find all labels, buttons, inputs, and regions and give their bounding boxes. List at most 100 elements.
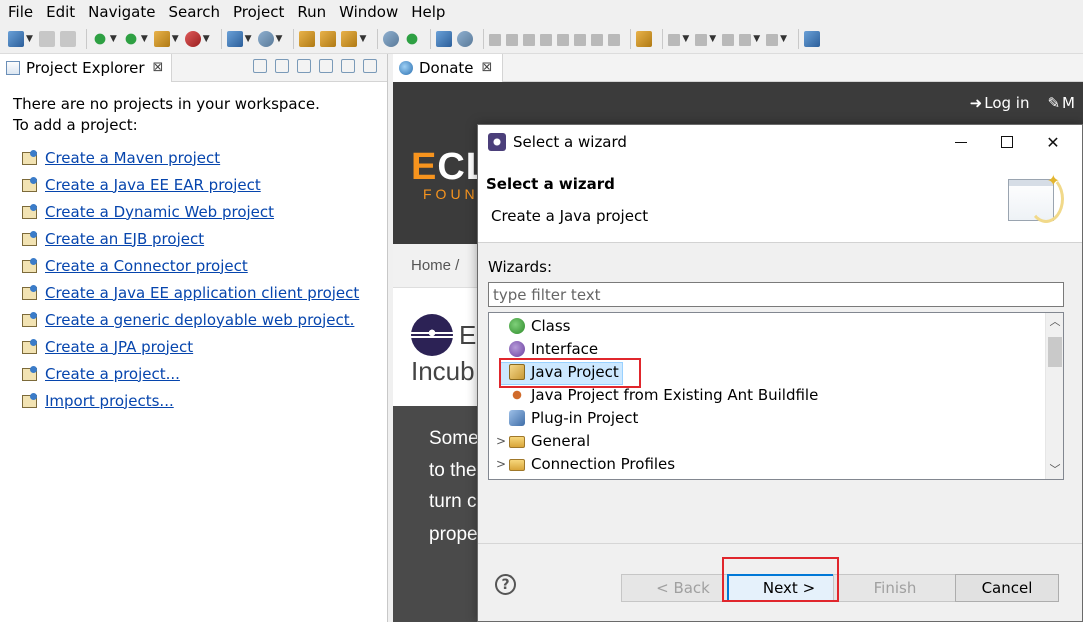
- create-dynamic-web-project-link[interactable]: Create a Dynamic Web project: [45, 203, 274, 221]
- debug-icon[interactable]: [91, 30, 108, 47]
- new-java-package-icon[interactable]: [226, 30, 243, 47]
- chevron-up-icon[interactable]: ︿: [1046, 313, 1063, 331]
- coverage-dropdown-icon[interactable]: ▼: [172, 34, 179, 44]
- server-icon[interactable]: [404, 30, 421, 47]
- menu-file[interactable]: File: [8, 3, 33, 21]
- suspend-icon[interactable]: [506, 33, 519, 46]
- back-icon[interactable]: [739, 33, 752, 46]
- save-all-icon[interactable]: [59, 30, 76, 47]
- tab-donate[interactable]: Donate ⊠: [393, 53, 504, 82]
- menu-navigate[interactable]: Navigate: [88, 3, 155, 21]
- filter-icon[interactable]: [297, 59, 311, 73]
- debug-dropdown-icon[interactable]: ▼: [110, 34, 117, 44]
- breadcrumb-home[interactable]: Home /: [411, 257, 459, 274]
- drop-to-frame-icon[interactable]: [608, 33, 621, 46]
- minimize-button[interactable]: [938, 125, 984, 159]
- maximize-button[interactable]: [984, 125, 1030, 159]
- menu-edit[interactable]: Edit: [46, 3, 75, 21]
- tree-scrollbar[interactable]: ︿ ﹀: [1045, 313, 1063, 479]
- external-tools-icon[interactable]: [184, 30, 201, 47]
- maximize-icon[interactable]: [363, 59, 377, 73]
- tree-item-interface[interactable]: Interface: [489, 337, 598, 360]
- new-icon[interactable]: [8, 30, 24, 47]
- tree-item-plugin-project[interactable]: Plug-in Project: [489, 406, 638, 429]
- cancel-button[interactable]: Cancel: [955, 574, 1059, 602]
- minimize-icon[interactable]: [341, 59, 355, 73]
- tree-item-general[interactable]: > General: [489, 429, 590, 452]
- launch-dropdown-icon[interactable]: ▼: [359, 34, 366, 44]
- open-perspective-icon[interactable]: [804, 30, 821, 47]
- tree-item-connection-profiles[interactable]: > Connection Profiles: [489, 452, 675, 475]
- toggle-mark-icon[interactable]: [636, 30, 653, 47]
- step-over-icon[interactable]: [574, 33, 587, 46]
- collapse-all-icon[interactable]: [253, 59, 267, 73]
- create-ear-project-link[interactable]: Create a Java EE EAR project: [45, 176, 261, 194]
- login-link[interactable]: ➜ Log in: [970, 94, 1030, 112]
- chevron-right-icon[interactable]: >: [495, 434, 507, 448]
- view-menu-icon[interactable]: [319, 59, 333, 73]
- terminate-icon[interactable]: [523, 33, 536, 46]
- menu-window[interactable]: Window: [339, 3, 398, 21]
- scrollbar-thumb[interactable]: [1048, 337, 1062, 367]
- close-button[interactable]: ✕: [1030, 125, 1076, 159]
- menu-search[interactable]: Search: [168, 3, 220, 21]
- tab-project-explorer[interactable]: Project Explorer ⊠: [0, 53, 173, 82]
- step-return-icon[interactable]: [591, 33, 604, 46]
- chevron-right-icon[interactable]: >: [495, 457, 507, 471]
- open-type-icon[interactable]: [299, 30, 316, 47]
- create-project-link[interactable]: Create a project...: [45, 365, 180, 383]
- sparkle-icon: ✦: [1046, 171, 1060, 190]
- finish-button[interactable]: Finish: [833, 574, 957, 602]
- external-tools-dropdown-icon[interactable]: ▼: [203, 34, 210, 44]
- previous-annotation-dropdown-icon[interactable]: ▼: [709, 34, 716, 44]
- step-into-icon[interactable]: [557, 33, 570, 46]
- create-deployable-web-project-link[interactable]: Create a generic deployable web project.: [45, 311, 354, 329]
- new-dropdown-icon[interactable]: ▼: [26, 34, 33, 44]
- chevron-down-icon[interactable]: ﹀: [1046, 461, 1063, 479]
- next-annotation-icon[interactable]: [668, 33, 681, 46]
- resume-icon[interactable]: [489, 33, 502, 46]
- dialog-header: Select a wizard Create a Java project ✦: [478, 159, 1082, 243]
- close-icon[interactable]: ⊠: [153, 60, 164, 75]
- new-class-icon[interactable]: [257, 30, 274, 47]
- open-task-icon[interactable]: [320, 30, 337, 47]
- create-maven-project-link[interactable]: Create a Maven project: [45, 149, 220, 167]
- disconnect-icon[interactable]: [540, 33, 553, 46]
- import-projects-link[interactable]: Import projects...: [45, 392, 174, 410]
- forward-dropdown-icon[interactable]: ▼: [780, 34, 787, 44]
- search-icon[interactable]: [457, 30, 474, 47]
- run-dropdown-icon[interactable]: ▼: [141, 34, 148, 44]
- last-edit-icon[interactable]: [722, 33, 735, 46]
- link-with-editor-icon[interactable]: [275, 59, 289, 73]
- forward-icon[interactable]: [766, 33, 779, 46]
- tree-item-class[interactable]: Class: [489, 314, 570, 337]
- more-link[interactable]: ✎ M: [1047, 94, 1075, 112]
- next-annotation-dropdown-icon[interactable]: ▼: [682, 34, 689, 44]
- menu-help[interactable]: Help: [411, 3, 445, 21]
- save-icon[interactable]: [38, 30, 55, 47]
- globe-icon[interactable]: [383, 30, 400, 47]
- highlight-box-java-project: [499, 358, 641, 388]
- create-ejb-project-link[interactable]: Create an EJB project: [45, 230, 204, 248]
- console-icon[interactable]: [436, 30, 453, 47]
- project-links: Create a Maven project Create a Java EE …: [13, 144, 387, 414]
- new-class-dropdown-icon[interactable]: ▼: [276, 34, 283, 44]
- create-connector-project-link[interactable]: Create a Connector project: [45, 257, 248, 275]
- help-icon[interactable]: ?: [495, 574, 516, 595]
- previous-annotation-icon[interactable]: [695, 33, 708, 46]
- create-jpa-project-link[interactable]: Create a JPA project: [45, 338, 193, 356]
- menu-run[interactable]: Run: [297, 3, 326, 21]
- new-java-dropdown-icon[interactable]: ▼: [245, 34, 252, 44]
- web-project-icon: [21, 203, 37, 220]
- run-icon[interactable]: [122, 30, 139, 47]
- tab-donate-label: Donate: [419, 58, 474, 77]
- coverage-icon[interactable]: [153, 30, 170, 47]
- eclipse-icon: [488, 133, 506, 151]
- create-application-client-project-link[interactable]: Create a Java EE application client proj…: [45, 284, 359, 302]
- dialog-header-title: Select a wizard: [486, 175, 615, 193]
- filter-input[interactable]: [488, 282, 1064, 307]
- menu-project[interactable]: Project: [233, 3, 284, 21]
- launch-icon[interactable]: [341, 30, 358, 47]
- close-icon[interactable]: ⊠: [482, 60, 493, 75]
- back-dropdown-icon[interactable]: ▼: [753, 34, 760, 44]
